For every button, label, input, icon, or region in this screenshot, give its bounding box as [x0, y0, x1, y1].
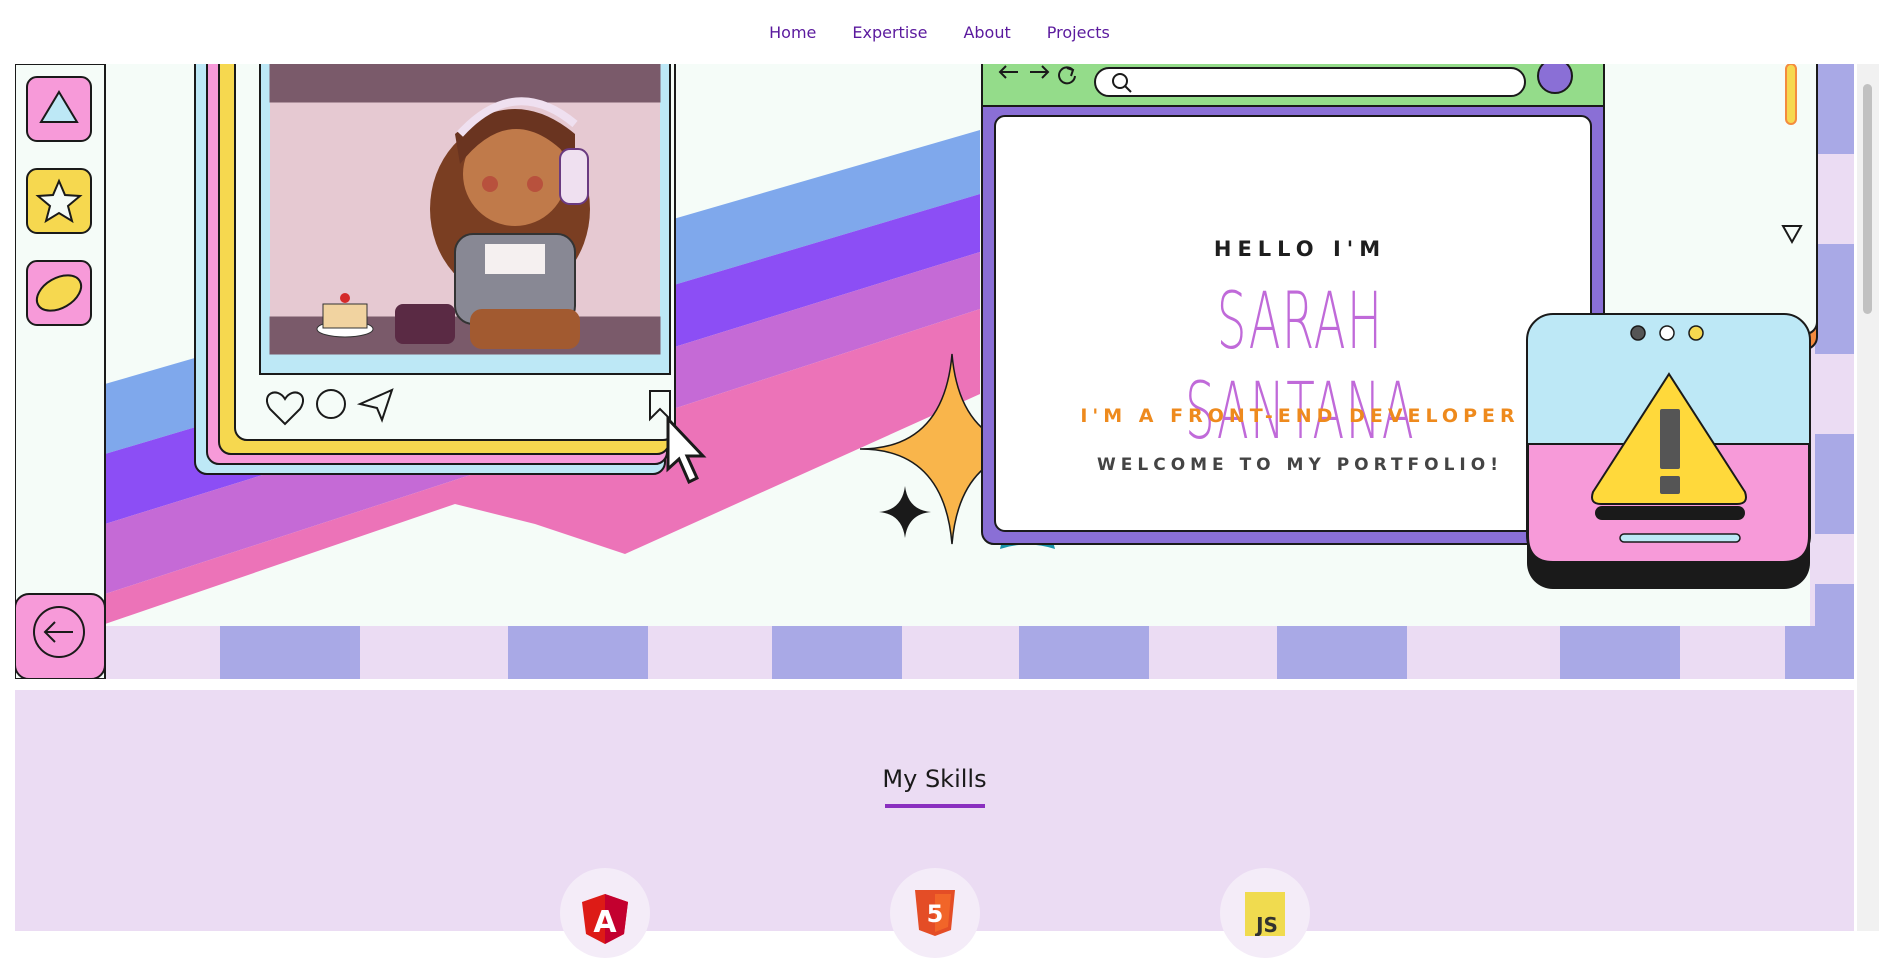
warning-device	[1526, 313, 1811, 589]
javascript-icon: JS	[1245, 892, 1285, 936]
skill-html5: 5	[890, 868, 980, 958]
hero-section: HELLO I'M SARAH SANTANA I'M A FRONT-END …	[15, 64, 1854, 679]
nav-about-link[interactable]: About	[963, 23, 1010, 42]
scrollbar-thumb[interactable]	[1863, 84, 1872, 314]
hero-welcome: WELCOME TO MY PORTFOLIO!	[1097, 455, 1503, 475]
nav-home-link[interactable]: Home	[769, 23, 816, 42]
svg-text:5: 5	[927, 900, 944, 928]
skills-title: My Skills	[882, 765, 987, 793]
social-post-window	[194, 64, 676, 475]
html5-icon: 5	[915, 890, 955, 936]
svg-text:JS: JS	[1254, 913, 1278, 936]
nav-expertise-link[interactable]: Expertise	[852, 23, 927, 42]
left-toolbar	[15, 64, 106, 679]
hero-illustration	[15, 64, 1854, 679]
angular-icon: A	[582, 894, 628, 944]
hero-role: I'M A FRONT-END DEVELOPER	[1080, 405, 1520, 427]
top-navbar: Home Expertise About Projects	[0, 0, 1879, 64]
hero-greeting: HELLO I'M	[1213, 237, 1387, 261]
nav-projects-link[interactable]: Projects	[1047, 23, 1110, 42]
skills-title-underline	[885, 804, 985, 808]
page-scrollbar[interactable]	[1857, 64, 1879, 931]
skill-javascript: JS	[1220, 868, 1310, 958]
skills-section: My Skills A 5 JS	[15, 690, 1854, 958]
skill-angular: A	[560, 868, 650, 958]
svg-text:A: A	[593, 905, 617, 940]
hero-name: SARAH SANTANA	[1184, 277, 1415, 457]
